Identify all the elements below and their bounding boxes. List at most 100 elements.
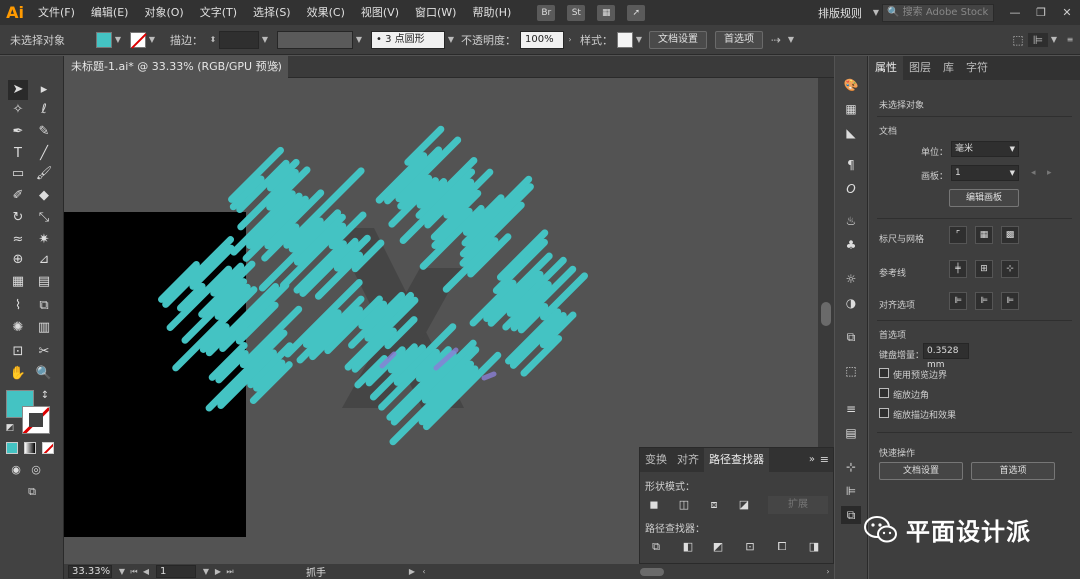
- style-dropdown-icon[interactable]: ▼: [633, 35, 645, 44]
- slice-tool-icon[interactable]: ✂: [34, 342, 54, 362]
- menu-effect[interactable]: 效果(C): [299, 0, 353, 25]
- color-mode-icon[interactable]: [6, 442, 18, 454]
- stroke-panel-icon[interactable]: ≡: [841, 400, 861, 418]
- tab-align[interactable]: 对齐: [672, 448, 704, 472]
- menu-select[interactable]: 选择(S): [245, 0, 299, 25]
- paragraph-panel-icon[interactable]: ¶: [841, 156, 861, 174]
- gradient-mode-icon[interactable]: [24, 442, 36, 454]
- stroke-label[interactable]: 描边：: [170, 32, 203, 48]
- intersect-icon[interactable]: ⧈: [706, 498, 722, 512]
- curvature-tool-icon[interactable]: ✎: [34, 122, 54, 142]
- use-preview-bounds-checkbox[interactable]: [879, 368, 889, 378]
- zoom-dropdown-icon[interactable]: ▼: [116, 567, 128, 576]
- layers-panel-icon[interactable]: ⧉: [841, 328, 861, 346]
- mesh-tool-icon[interactable]: ▦: [8, 272, 28, 292]
- default-colors-icon[interactable]: ◩: [4, 418, 16, 438]
- gradient-tool-icon[interactable]: ▤: [34, 272, 54, 292]
- transform-panel-icon[interactable]: ⊹: [841, 458, 861, 476]
- document-setup-button[interactable]: 文档设置: [649, 30, 707, 49]
- last-artboard-icon[interactable]: ⏭: [224, 567, 236, 577]
- menu-edit[interactable]: 编辑(E): [83, 0, 137, 25]
- crop-icon[interactable]: ⊡: [742, 540, 758, 554]
- eraser-tool-icon[interactable]: ◆: [34, 186, 54, 206]
- shape-builder-tool-icon[interactable]: ⊕: [8, 250, 28, 270]
- status-menu-icon[interactable]: ▶: [406, 567, 418, 576]
- shaper-tool-icon[interactable]: ✐: [8, 186, 28, 206]
- align-to-glyph-icon[interactable]: ⊫: [1001, 292, 1019, 310]
- minus-front-icon[interactable]: ◫: [676, 498, 692, 512]
- tab-libraries[interactable]: 库: [937, 56, 960, 80]
- scale-tool-icon[interactable]: ⤡: [34, 208, 54, 228]
- horizontal-scroll-thumb[interactable]: [640, 567, 664, 576]
- merge-icon[interactable]: ◩: [710, 540, 726, 554]
- symbol-sprayer-tool-icon[interactable]: ✺: [8, 318, 28, 338]
- rotate-tool-icon[interactable]: ↻: [8, 208, 28, 228]
- gpu-rocket-icon[interactable]: ➚: [627, 4, 646, 21]
- stock-icon[interactable]: St: [567, 4, 586, 21]
- brushes-panel-icon[interactable]: ♨: [841, 212, 861, 230]
- outline-icon[interactable]: ⧠: [774, 540, 790, 554]
- transparency-grid-icon[interactable]: ▩: [1001, 226, 1019, 244]
- next-artboard-arrow-icon[interactable]: ▸: [1047, 168, 1052, 178]
- symbols-panel-icon[interactable]: ♣: [841, 236, 861, 254]
- graphic-styles-icon[interactable]: ◑: [841, 294, 861, 312]
- pathfinder-panel-icon[interactable]: ⧉: [841, 506, 861, 524]
- grid-icon[interactable]: ▦: [975, 226, 993, 244]
- color-panel-icon[interactable]: 🎨: [841, 76, 861, 94]
- asset-export-icon[interactable]: ⬚: [841, 362, 861, 380]
- preferences-button[interactable]: 首选项: [715, 30, 763, 49]
- keyboard-increment-field[interactable]: 0.3528 mm: [923, 343, 969, 370]
- menu-view[interactable]: 视图(V): [353, 0, 407, 25]
- document-tab[interactable]: 未标题-1.ai* @ 33.33% (RGB/GPU 预览) ×: [64, 56, 288, 78]
- prev-artboard-arrow-icon[interactable]: ◂: [1031, 168, 1036, 178]
- lasso-tool-icon[interactable]: ℓ: [34, 100, 54, 120]
- color-guide-icon[interactable]: ◣: [841, 124, 861, 142]
- panel-menu-icon[interactable]: ≡: [820, 453, 829, 466]
- lock-guides-icon[interactable]: ⊞: [975, 260, 993, 278]
- edit-artboards-button[interactable]: 编辑画板: [949, 189, 1019, 207]
- line-tool-icon[interactable]: ╱: [34, 144, 54, 164]
- stroke-stepper-icon[interactable]: ⬍: [207, 35, 219, 44]
- tab-layers[interactable]: 图层: [903, 56, 937, 80]
- qa-preferences-button[interactable]: 首选项: [971, 462, 1055, 480]
- align-icon[interactable]: ⊫: [1028, 32, 1048, 47]
- close-window-icon[interactable]: ✕: [1054, 6, 1080, 19]
- align-to-pixel-icon[interactable]: ⊫: [949, 292, 967, 310]
- gradient-panel-icon[interactable]: ▤: [841, 424, 861, 442]
- rectangle-tool-icon[interactable]: ▭: [8, 164, 28, 184]
- brush-field[interactable]: • 3 点圆形: [371, 30, 445, 49]
- tab-pathfinder[interactable]: 路径查找器: [704, 448, 769, 472]
- close-tab-icon[interactable]: ×: [271, 56, 280, 78]
- column-graph-tool-icon[interactable]: ▥: [34, 318, 54, 338]
- stroke-color-box[interactable]: [22, 406, 50, 434]
- screen-mode-icon[interactable]: ⧉: [20, 482, 44, 502]
- puppet-warp-tool-icon[interactable]: ✷: [34, 230, 54, 250]
- arrange-dropdown-icon[interactable]: ▼: [785, 35, 797, 44]
- expand-button[interactable]: 扩展: [768, 496, 828, 514]
- panel-menu-icon[interactable]: ≡: [1060, 35, 1080, 44]
- menu-help[interactable]: 帮助(H): [464, 0, 519, 25]
- brush-dropdown-icon[interactable]: ▼: [445, 35, 457, 44]
- bridge-icon[interactable]: Br: [537, 4, 556, 21]
- hand-tool-icon[interactable]: ✋: [8, 364, 28, 384]
- opacity-field[interactable]: 100%: [520, 30, 564, 49]
- scale-corners-checkbox[interactable]: [879, 388, 889, 398]
- stroke-weight-field[interactable]: [219, 30, 259, 49]
- draw-inside-icon[interactable]: ◎: [26, 460, 46, 480]
- swatches-panel-icon[interactable]: ▦: [841, 100, 861, 118]
- collapse-panel-icon[interactable]: »: [809, 454, 815, 465]
- artboard-tool-icon[interactable]: ⊡: [8, 342, 28, 362]
- scale-strokes-effects-checkbox[interactable]: [879, 408, 889, 418]
- menu-window[interactable]: 窗口(W): [407, 0, 464, 25]
- zoom-level-field[interactable]: 33.33%: [68, 565, 112, 578]
- menu-type[interactable]: 文字(T): [192, 0, 245, 25]
- minimize-icon[interactable]: —: [1002, 6, 1028, 19]
- search-stock-input[interactable]: 🔍 搜索 Adobe Stock: [882, 3, 994, 22]
- opacity-arrow-icon[interactable]: ›: [564, 35, 576, 44]
- direct-selection-tool-icon[interactable]: ▸: [34, 80, 54, 100]
- appearance-panel-icon[interactable]: ☼: [841, 270, 861, 288]
- variable-width-field[interactable]: [277, 30, 353, 49]
- ruler-icon[interactable]: ⌜: [949, 226, 967, 244]
- swap-colors-icon[interactable]: ↕: [38, 386, 52, 406]
- workspace-switcher[interactable]: 排版规则: [818, 5, 862, 21]
